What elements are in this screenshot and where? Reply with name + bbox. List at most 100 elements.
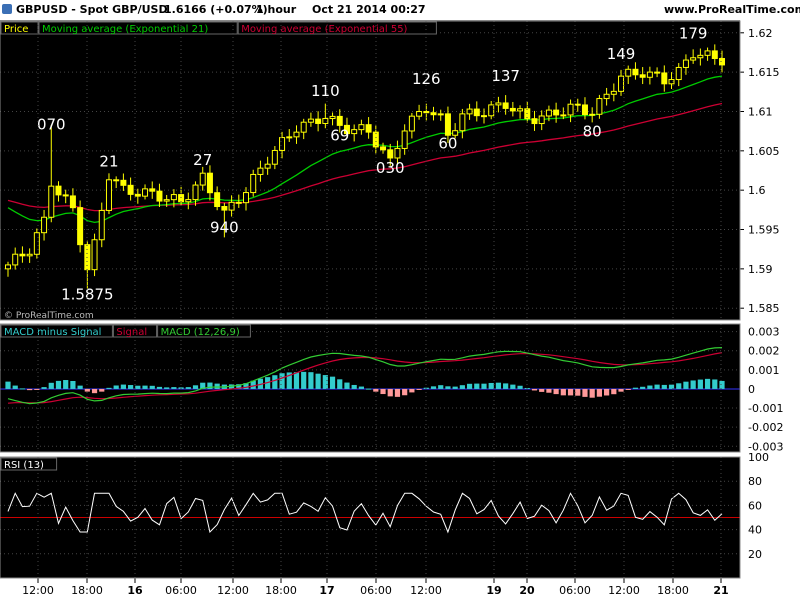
candle-body <box>416 111 423 117</box>
candle-body <box>351 129 358 135</box>
macd-legend-label: Signal <box>116 327 147 338</box>
candle-body <box>41 216 48 234</box>
candle-body <box>91 239 98 271</box>
macd-histogram-bar <box>582 388 588 397</box>
price-tick-label: 1.59 <box>748 263 773 276</box>
candle-body <box>632 68 639 76</box>
candle-body <box>286 136 293 139</box>
candle-body <box>646 71 653 78</box>
macd-histogram-bar <box>402 388 408 396</box>
candle-body <box>610 90 617 95</box>
macd-histogram-bar <box>27 388 33 391</box>
candle-body <box>690 57 697 61</box>
price-legend-label: Moving average (Exponential 55) <box>241 24 407 35</box>
candle-body <box>437 113 444 116</box>
candle-body <box>560 114 567 117</box>
candle-body <box>185 199 192 203</box>
macd-histogram-bar <box>272 375 278 389</box>
candle-body <box>105 179 112 211</box>
candle-body <box>625 68 632 77</box>
macd-histogram-bar <box>128 385 134 389</box>
macd-histogram-bar <box>654 384 660 389</box>
macd-tick-label: 0.003 <box>748 326 780 339</box>
macd-histogram-bar <box>495 382 502 389</box>
macd-histogram-bar <box>293 372 300 389</box>
candle-body <box>170 194 177 201</box>
candle-body <box>48 185 55 218</box>
macd-histogram-bar <box>712 379 718 389</box>
candle-body <box>618 75 625 92</box>
candle-body <box>5 264 11 270</box>
candle-body <box>358 124 365 131</box>
macd-histogram-bar <box>611 388 617 395</box>
macd-histogram-bar <box>149 385 155 389</box>
candle-body <box>444 113 451 136</box>
price-annotation: 60 <box>438 134 457 152</box>
price-annotation: 110 <box>311 82 340 100</box>
candle-body <box>387 149 394 159</box>
macd-histogram-bar <box>373 388 379 392</box>
candle-body <box>307 118 314 123</box>
rsi-tick-label: 60 <box>748 499 762 512</box>
price-tick-label: 1.605 <box>748 145 780 158</box>
macd-histogram-bar <box>640 386 646 389</box>
x-tick-label: 18:00 <box>71 584 103 597</box>
rsi-tick-label: 100 <box>748 451 769 464</box>
macd-histogram-bar <box>315 373 321 389</box>
x-tick-label: 16 <box>127 584 143 597</box>
candle-body <box>372 131 379 148</box>
candle-body <box>55 185 62 196</box>
macd-histogram-bar <box>34 388 40 390</box>
candle-body <box>380 146 387 151</box>
price-tick-label: 1.62 <box>748 27 773 40</box>
candle-body <box>466 108 473 115</box>
price-annotation: 137 <box>491 67 520 85</box>
candle-body <box>697 54 704 59</box>
price-annotation: 149 <box>607 45 636 63</box>
macd-histogram-bar <box>387 388 393 397</box>
candle-body <box>293 131 300 138</box>
candle-body <box>178 194 185 203</box>
candle-body <box>235 201 242 204</box>
macd-histogram-bar <box>308 372 314 389</box>
candle-body <box>603 93 610 100</box>
candle-body <box>553 109 560 116</box>
macd-tick-label: 0 <box>748 383 755 396</box>
macd-histogram-bar <box>5 381 11 389</box>
candle-body <box>545 109 552 117</box>
candle-body <box>675 66 682 81</box>
macd-histogram-bar <box>661 384 667 389</box>
x-tick-label: 06:00 <box>559 584 591 597</box>
macd-histogram-bar <box>531 388 538 391</box>
x-tick-label: 12:00 <box>217 584 249 597</box>
x-tick-label: 20 <box>519 584 535 597</box>
macd-histogram-bar <box>41 387 47 389</box>
price-legend-label: Price <box>4 24 28 35</box>
candle-body <box>163 199 170 202</box>
macd-histogram-bar <box>279 373 285 389</box>
macd-histogram-bar <box>48 382 54 389</box>
price-annotation: 070 <box>37 116 66 134</box>
macd-histogram-bar <box>380 388 386 395</box>
macd-histogram-bar <box>546 388 552 393</box>
price-tick-label: 1.6 <box>748 184 766 197</box>
candle-body <box>596 98 603 115</box>
price-annotation: 27 <box>193 151 212 169</box>
macd-histogram-bar <box>466 383 473 389</box>
macd-histogram-bar <box>589 388 595 398</box>
macd-histogram-bar <box>625 388 631 390</box>
macd-histogram-bar <box>719 380 725 389</box>
price-annotation: 179 <box>679 24 708 42</box>
macd-histogram-bar <box>553 388 559 395</box>
candle-body <box>473 108 480 117</box>
candle-body <box>336 115 343 126</box>
candle-body <box>98 209 105 241</box>
price-tick-label: 1.595 <box>748 224 780 237</box>
candle-body <box>704 50 711 56</box>
candle-body <box>365 124 372 133</box>
macd-histogram-bar <box>647 385 653 389</box>
candle-body <box>502 102 509 109</box>
macd-histogram-bar <box>113 385 119 389</box>
candle-body <box>26 253 33 257</box>
candle-body <box>142 188 149 197</box>
